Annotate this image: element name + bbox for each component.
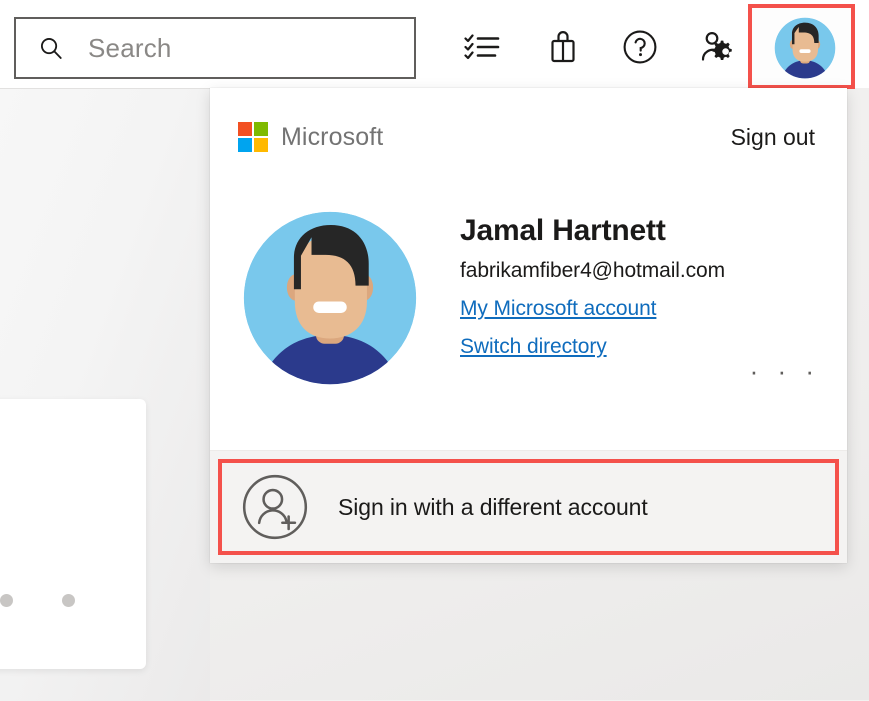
carousel-dot[interactable] — [0, 594, 13, 607]
avatar-button[interactable] — [748, 4, 855, 89]
carousel-dot[interactable] — [62, 594, 75, 607]
sign-in-different-account-label: Sign in with a different account — [338, 494, 648, 521]
microsoft-brand: Microsoft — [238, 122, 383, 152]
profile-email: fabrikamfiber4@hotmail.com — [460, 252, 820, 290]
checklist-icon[interactable] — [452, 18, 512, 76]
user-settings-icon[interactable] — [688, 18, 748, 76]
add-user-icon — [242, 474, 308, 540]
background-card — [0, 399, 146, 669]
help-icon[interactable] — [610, 18, 670, 76]
profile-details: Jamal Hartnett fabrikamfiber4@hotmail.co… — [460, 210, 820, 366]
account-panel-footer: Sign in with a different account — [210, 450, 847, 563]
avatar-icon — [774, 17, 836, 79]
profile-name: Jamal Hartnett — [460, 210, 820, 252]
profile-row: Jamal Hartnett fabrikamfiber4@hotmail.co… — [210, 204, 847, 404]
account-panel-upper: Microsoft Sign out — [210, 88, 847, 450]
search-input[interactable]: Search — [14, 17, 416, 79]
top-command-bar: Search — [0, 0, 869, 88]
shopping-bag-icon[interactable] — [533, 18, 593, 76]
more-options-button[interactable]: · · · — [750, 366, 820, 376]
search-icon — [38, 35, 64, 61]
account-flyout-panel: Microsoft Sign out — [210, 88, 847, 563]
profile-avatar-icon — [242, 210, 418, 386]
search-placeholder: Search — [88, 33, 172, 64]
microsoft-logo-icon — [238, 122, 268, 152]
sign-out-button[interactable]: Sign out — [731, 124, 815, 151]
sign-in-different-account-button[interactable]: Sign in with a different account — [218, 459, 839, 555]
microsoft-wordmark: Microsoft — [281, 123, 383, 152]
my-microsoft-account-link[interactable]: My Microsoft account — [460, 290, 656, 328]
switch-directory-link[interactable]: Switch directory — [460, 328, 607, 366]
